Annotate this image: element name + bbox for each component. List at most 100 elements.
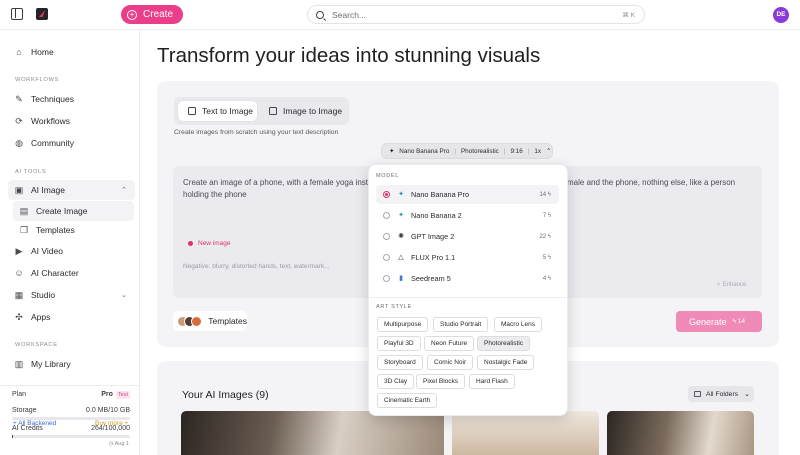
storage-label: Storage: [12, 407, 37, 414]
new-image-label: New image: [198, 240, 231, 247]
style-chip-cinematic-earth[interactable]: Cinematic Earth: [377, 393, 438, 408]
app-logo[interactable]: [36, 8, 48, 20]
gallery-image[interactable]: [452, 411, 599, 455]
style-chip-comic-noir[interactable]: Comic Noir: [427, 355, 474, 370]
chevron-down-icon: ⌄: [121, 292, 127, 299]
art-style-section-label: ART STYLE: [376, 304, 413, 310]
search-placeholder: Search...: [332, 9, 367, 20]
sidebar-item-home[interactable]: ⌂ Home: [8, 42, 135, 62]
tab-text-to-image[interactable]: Text to Image: [178, 101, 257, 121]
sidebar-item-ai-video[interactable]: ▶ AI Video: [8, 241, 135, 261]
model-option-nano-banana-2[interactable]: ✦ Nano Banana 2 7 ϟ: [376, 206, 559, 225]
sidebar-item-label: Community: [31, 138, 74, 148]
plan-row: Plan Pro Test: [12, 391, 130, 399]
model-settings-button[interactable]: ✦ Nano Banana Pro | Photorealistic | 9:1…: [381, 143, 553, 159]
generate-label: Generate: [689, 316, 727, 327]
gallery-image[interactable]: [607, 411, 754, 455]
sidebar-item-community[interactable]: ◍ Community: [8, 133, 135, 153]
style-chip-photorealistic[interactable]: Photorealistic: [477, 336, 531, 351]
create-button[interactable]: + Create: [121, 5, 183, 24]
sidebar-item-create-image[interactable]: ▤ Create Image: [13, 201, 134, 221]
model-option-seedream-5[interactable]: ▮ Seedream 5 4 ϟ: [376, 269, 559, 288]
style-chip-neon-future[interactable]: Neon Future: [424, 336, 475, 351]
style-chip-macro-lens[interactable]: Macro Lens: [494, 317, 542, 332]
model-cost: 14 ϟ: [539, 191, 551, 198]
sidebar-item-label: Studio: [31, 290, 56, 300]
generate-button[interactable]: Generate ϟ 14: [676, 311, 762, 332]
sidebar-toggle-icon[interactable]: [11, 8, 23, 20]
sidebar-item-label: AI Character: [31, 268, 79, 278]
credits-reset-date: ◷ Aug 1: [109, 441, 129, 447]
sidebar-item-ai-image[interactable]: ▣ AI Image ⌃: [8, 180, 135, 200]
gallery-image[interactable]: [181, 411, 444, 455]
model-option-flux-pro[interactable]: △ FLUX Pro 1.1 5 ϟ: [376, 248, 559, 267]
avatar[interactable]: DE: [773, 7, 789, 23]
chip-style: Photorealistic: [460, 147, 499, 155]
style-chip-multipurpose[interactable]: Multipurpose: [377, 317, 429, 332]
model-option-gpt-image-2[interactable]: ✺ GPT Image 2 22 ϟ: [376, 227, 559, 246]
style-chip-playful-3d[interactable]: Playful 3D: [377, 336, 421, 351]
model-option-nano-banana-pro[interactable]: ✦ Nano Banana Pro 14 ϟ: [376, 185, 559, 204]
generate-cost-value: 14: [737, 318, 746, 325]
chip-separator: |: [454, 147, 456, 155]
sidebar-item-label: AI Video: [31, 246, 63, 256]
dropdown-divider: [369, 297, 567, 298]
sidebar-item-label: Home: [31, 47, 54, 57]
character-icon: ☺: [14, 268, 24, 278]
workflow-icon: ⟳: [15, 116, 23, 126]
buy-more-link[interactable]: Buy more +: [95, 420, 128, 427]
sidebar-item-studio[interactable]: ▦ Studio ⌄: [8, 285, 135, 305]
sidebar-item-templates[interactable]: ❐ Templates: [13, 220, 134, 240]
globe-icon: ◍: [15, 138, 23, 148]
model-name: FLUX Pro 1.1: [411, 253, 456, 262]
home-icon: ⌂: [16, 47, 22, 57]
sidebar-item-workflows[interactable]: ⟳ Workflows: [8, 111, 135, 131]
storage-value: 0.0 MB/10 GB: [86, 407, 130, 414]
style-chip-nostalgic-fade[interactable]: Nostalgic Fade: [477, 355, 535, 370]
sidebar-item-label: Techniques: [31, 94, 75, 104]
templates-icon: ❐: [19, 225, 29, 235]
section-label-workspace: WORKSPACE: [15, 342, 58, 348]
credits-reset-label: Aug 1: [114, 441, 129, 447]
new-image-tag[interactable]: New image: [188, 240, 231, 247]
video-icon: ▶: [15, 246, 23, 256]
sidebar-item-label: Create Image: [36, 206, 88, 216]
sidebar-item-apps[interactable]: ✣ Apps: [8, 307, 135, 327]
negative-prompt-input[interactable]: Negative: blurry, distorted hands, text,…: [183, 263, 330, 270]
sidebar-item-my-library[interactable]: ▥ My Library: [8, 354, 135, 374]
style-chip-3d-clay[interactable]: 3D Clay: [377, 374, 415, 389]
sidebar-item-label: Workflows: [31, 116, 71, 126]
text-icon: [188, 107, 196, 115]
search-shortcut: ⌘ K: [622, 11, 635, 19]
template-avatars: [177, 315, 202, 327]
plus-icon: +: [127, 9, 137, 20]
search-input[interactable]: Search... ⌘ K: [307, 5, 645, 24]
all-backened-link[interactable]: + All Backened: [13, 420, 56, 427]
style-chip-pixel-blocks[interactable]: Pixel Blocks: [416, 374, 466, 389]
sidebar-item-techniques[interactable]: ✎ Techniques: [8, 89, 135, 109]
style-chip-hard-flash[interactable]: Hard Flash: [469, 374, 515, 389]
model-cost: 4 ϟ: [542, 275, 551, 282]
create-button-label: Create: [143, 9, 174, 20]
tab-image-to-image[interactable]: Image to Image: [259, 101, 345, 121]
templates-label: Templates: [208, 316, 247, 326]
flux-icon: △: [398, 253, 404, 261]
techniques-icon: ✎: [15, 94, 23, 104]
model-section-label: MODEL: [376, 173, 400, 179]
enhance-label: Enhance: [722, 282, 747, 288]
radio-selected: [383, 191, 390, 198]
chevron-down-icon: ⌄: [744, 391, 750, 398]
credits-progress-fill: [12, 435, 14, 438]
top-bar: + Create Search... ⌘ K DE: [0, 0, 800, 30]
plan-value: Pro: [101, 391, 113, 398]
sidebar-item-ai-character[interactable]: ☺ AI Character: [8, 263, 135, 283]
sparkle-icon: ✦: [389, 147, 395, 155]
style-chip-storyboard[interactable]: Storyboard: [377, 355, 423, 370]
create-image-icon: ▤: [19, 206, 29, 216]
section-label-ai-tools: AI TOOLS: [15, 169, 47, 175]
library-icon: ▥: [14, 359, 24, 369]
folders-select[interactable]: All Folders ⌄: [688, 386, 754, 402]
style-chip-studio-portrait[interactable]: Studio Portrait: [433, 317, 489, 332]
templates-button[interactable]: Templates: [173, 311, 247, 331]
enhance-button[interactable]: ✧ Enhance: [716, 281, 746, 288]
